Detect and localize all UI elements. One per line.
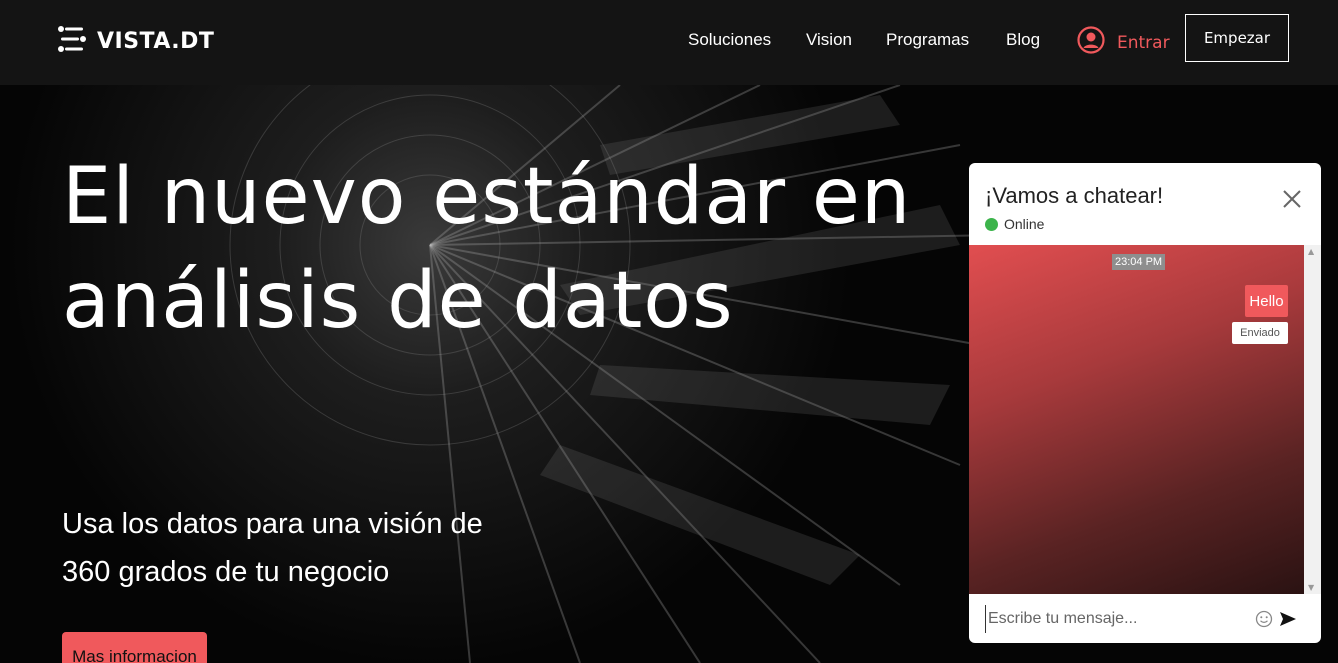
emoji-icon[interactable]: [1255, 610, 1273, 628]
login-link[interactable]: Entrar: [1077, 26, 1170, 59]
hero-subtitle: Usa los datos para una visión de 360 gra…: [62, 508, 483, 588]
chat-messages[interactable]: 23:04 PM Hello Enviado: [969, 245, 1304, 594]
online-status: Online: [985, 216, 1044, 232]
message-timestamp: 23:04 PM: [1112, 254, 1166, 270]
message-status: Enviado: [1232, 322, 1288, 344]
login-label: Entrar: [1117, 32, 1170, 53]
more-info-button[interactable]: Mas informacion: [62, 632, 207, 663]
online-status-label: Online: [1004, 216, 1045, 232]
top-navbar: VISTA.DT Soluciones Vision Programas Blo…: [0, 0, 1338, 85]
nav-link-programas[interactable]: Programas: [886, 30, 969, 50]
nav-link-vision[interactable]: Vision: [806, 30, 852, 50]
start-button[interactable]: Empezar: [1185, 14, 1289, 62]
message-input[interactable]: [985, 605, 1251, 633]
nav-link-blog[interactable]: Blog: [1006, 30, 1040, 50]
brand-name: VISTA.DT: [97, 28, 215, 54]
hero-title: El nuevo estándar en análisis de datos: [62, 152, 912, 346]
scroll-up-icon[interactable]: ▲: [1308, 247, 1314, 256]
scroll-down-icon[interactable]: ▼: [1308, 583, 1314, 592]
chat-message: Hello: [1245, 285, 1288, 317]
send-icon[interactable]: [1279, 610, 1297, 628]
chat-widget: ¡Vamos a chatear! Online 23:04 PM Hello …: [969, 163, 1321, 643]
user-icon: [1077, 26, 1105, 59]
chat-scrollbar[interactable]: ▲ ▼: [1304, 245, 1321, 594]
online-dot-icon: [985, 217, 998, 231]
logo-icon: [57, 24, 87, 58]
close-icon[interactable]: [1281, 188, 1303, 210]
nav-link-soluciones[interactable]: Soluciones: [688, 30, 771, 50]
chat-title: ¡Vamos a chatear!: [985, 183, 1164, 208]
brand-logo[interactable]: VISTA.DT: [57, 24, 214, 58]
